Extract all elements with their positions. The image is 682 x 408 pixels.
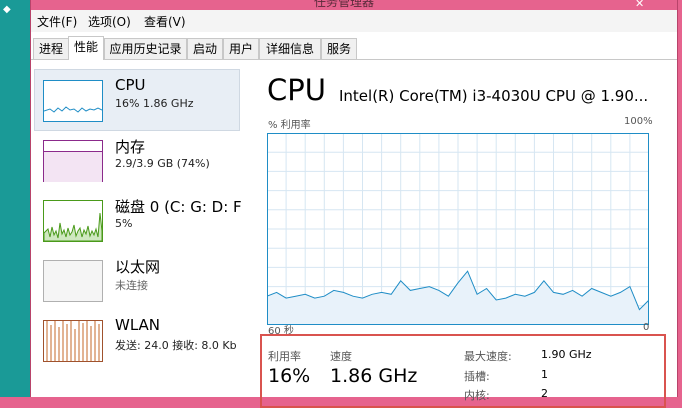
max-speed-value: 1.90 GHz bbox=[541, 348, 592, 361]
desktop-background: ◆ bbox=[0, 0, 30, 397]
sidebar-item-value: 未连接 bbox=[115, 279, 148, 292]
sidebar-item-memory[interactable]: 内存 2.9/3.9 GB (74%) bbox=[35, 130, 239, 190]
sidebar-item-disk[interactable]: 磁盘 0 (C: G: D: F 5% bbox=[35, 190, 242, 250]
window-title: 任务管理器 bbox=[314, 0, 375, 9]
tab-details[interactable]: 详细信息 bbox=[259, 38, 321, 59]
menu-bar: 文件(F) 选项(O) 查看(V) bbox=[31, 10, 677, 32]
tab-performance[interactable]: 性能 bbox=[68, 36, 104, 60]
task-manager-window: 任务管理器 ✕ 文件(F) 选项(O) 查看(V) 进程 性能 应用历史记录 启… bbox=[30, 0, 678, 408]
sidebar-item-cpu[interactable]: CPU 16% 1.86 GHz bbox=[34, 69, 240, 131]
resource-sidebar: CPU 16% 1.86 GHz 内存 2.9/3.9 GB (74%) 磁盘 … bbox=[31, 62, 243, 397]
tab-services[interactable]: 服务 bbox=[321, 38, 357, 59]
page-title: CPU bbox=[267, 73, 326, 107]
wlan-thumbnail bbox=[43, 320, 103, 362]
cpu-utilization-graph bbox=[267, 133, 649, 325]
sidebar-item-value: 2.9/3.9 GB (74%) bbox=[115, 157, 210, 170]
tab-app-history[interactable]: 应用历史记录 bbox=[104, 38, 187, 59]
sockets-value: 1 bbox=[541, 368, 548, 381]
desktop-icon: ◆ bbox=[3, 4, 11, 15]
wlan-mini-graph bbox=[46, 321, 100, 361]
cpu-mini-graph bbox=[43, 106, 103, 113]
disk-thumbnail bbox=[43, 200, 103, 242]
tab-users[interactable]: 用户 bbox=[223, 38, 259, 59]
title-bar: 任务管理器 ✕ bbox=[31, 0, 677, 10]
close-icon[interactable]: ✕ bbox=[635, 0, 644, 10]
cpu-detail-panel: CPU Intel(R) Core(TM) i3-4030U CPU @ 1.9… bbox=[260, 62, 677, 408]
sidebar-item-ethernet[interactable]: 以太网 未连接 bbox=[35, 250, 239, 310]
y-axis-max-label: 100% bbox=[624, 116, 653, 127]
tab-startup[interactable]: 启动 bbox=[187, 38, 223, 59]
cores-label: 内核: bbox=[464, 389, 490, 402]
sidebar-item-value: 发送: 24.0 接收: 8.0 Kb bbox=[115, 339, 237, 352]
sidebar-item-value: 5% bbox=[115, 217, 133, 230]
cores-value: 2 bbox=[541, 387, 548, 400]
sidebar-item-label: 以太网 bbox=[115, 258, 161, 276]
utilization-value: 16% bbox=[268, 365, 311, 387]
speed-value: 1.86 GHz bbox=[330, 365, 418, 387]
tab-bar: 进程 性能 应用历史记录 启动 用户 详细信息 服务 bbox=[31, 36, 677, 60]
sidebar-item-value: 16% 1.86 GHz bbox=[115, 97, 194, 110]
ethernet-thumbnail bbox=[43, 260, 103, 302]
sidebar-item-wlan[interactable]: WLAN 发送: 24.0 接收: 8.0 Kb bbox=[35, 310, 239, 370]
x-axis-right-label: 0 bbox=[643, 322, 650, 333]
menu-options[interactable]: 选项(O) bbox=[88, 13, 131, 30]
memory-fill bbox=[44, 151, 102, 182]
speed-label: 速度 bbox=[330, 350, 352, 363]
tab-processes[interactable]: 进程 bbox=[33, 38, 69, 59]
menu-view[interactable]: 查看(V) bbox=[144, 13, 186, 30]
max-speed-label: 最大速度: bbox=[464, 350, 512, 363]
cpu-thumbnail bbox=[43, 80, 103, 122]
y-axis-label: % 利用率 bbox=[268, 120, 311, 131]
sidebar-item-label: CPU bbox=[115, 76, 146, 94]
menu-file[interactable]: 文件(F) bbox=[37, 13, 77, 30]
sidebar-item-label: 内存 bbox=[115, 138, 146, 156]
utilization-label: 利用率 bbox=[268, 350, 301, 363]
sockets-label: 插槽: bbox=[464, 370, 490, 383]
disk-mini-graph bbox=[43, 212, 103, 242]
memory-thumbnail bbox=[43, 140, 103, 182]
sidebar-item-label: 磁盘 0 (C: G: D: F bbox=[115, 198, 242, 216]
sidebar-item-label: WLAN bbox=[115, 316, 161, 334]
cpu-model-name: Intel(R) Core(TM) i3-4030U CPU @ 1.90... bbox=[339, 87, 649, 105]
